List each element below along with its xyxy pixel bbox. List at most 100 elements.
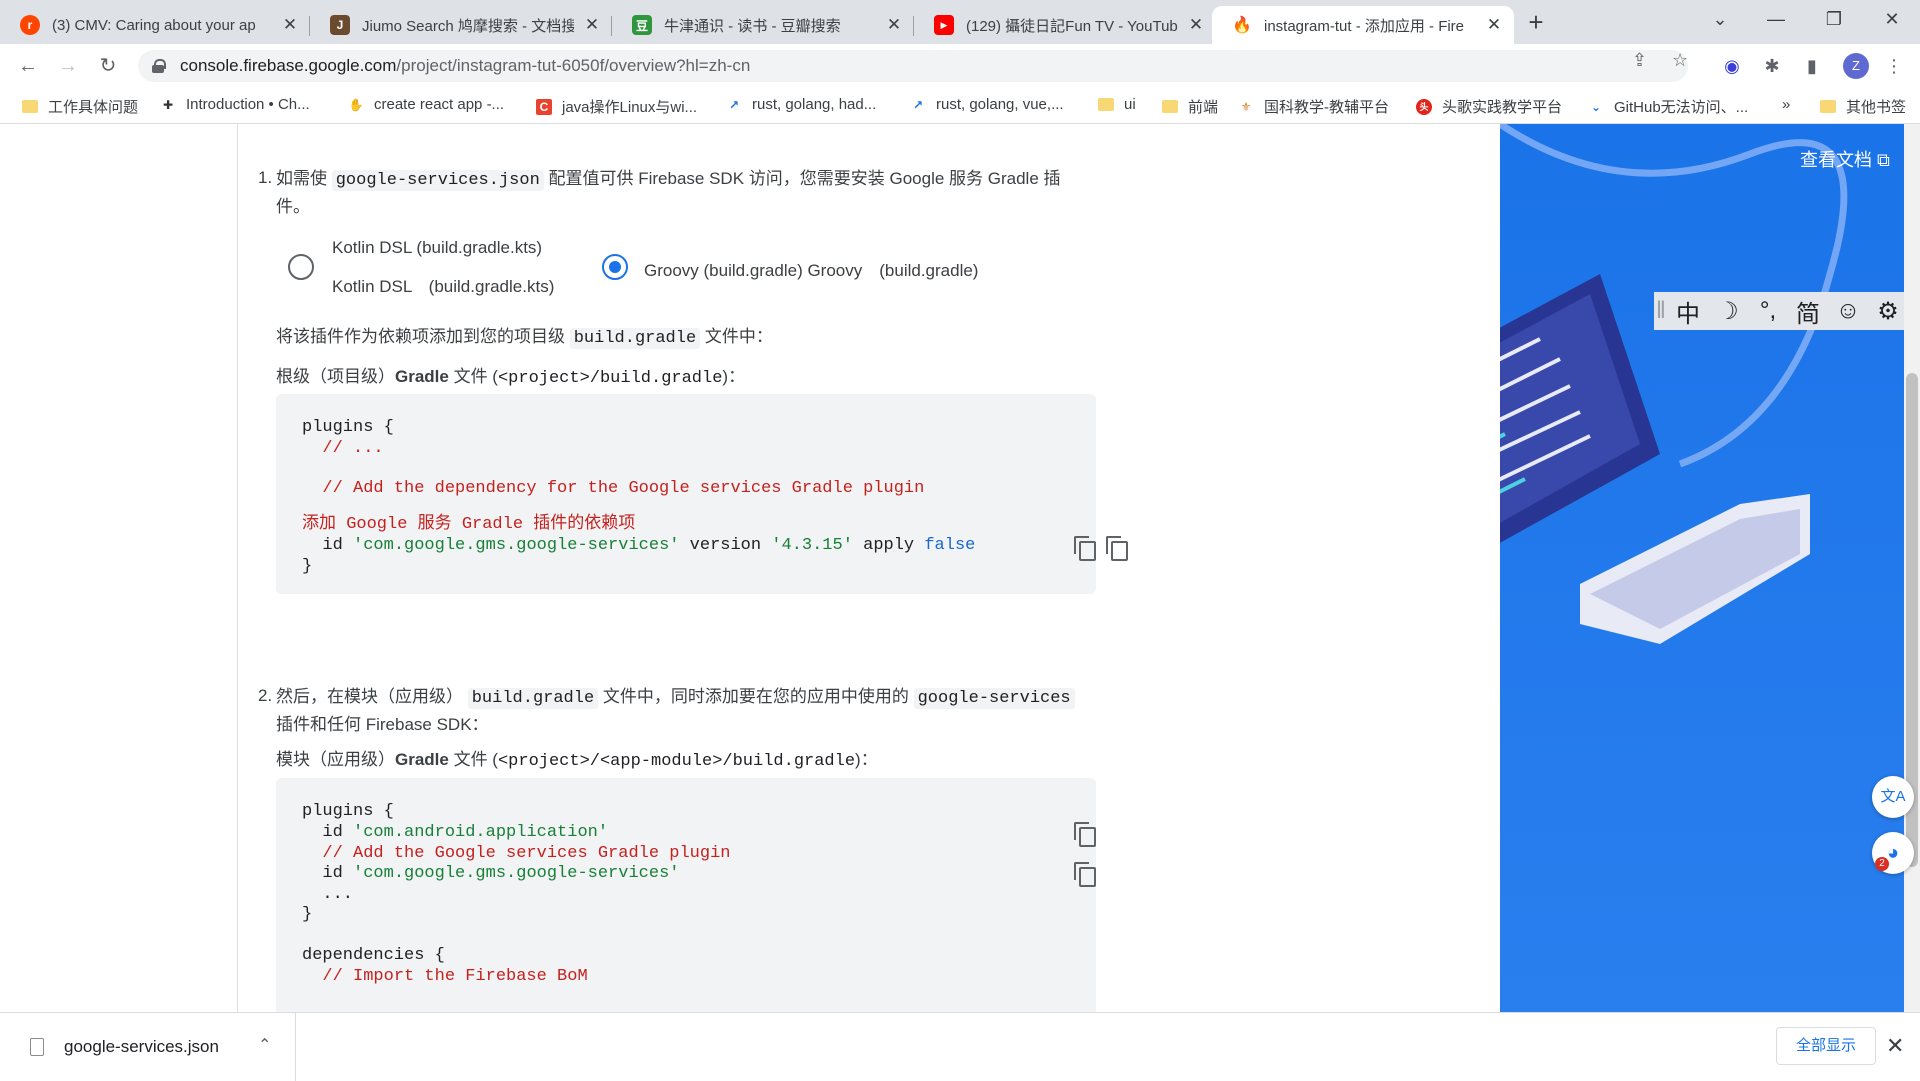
translate-button[interactable]: 文A — [1872, 776, 1914, 818]
text: 文件 ( — [448, 367, 498, 386]
star-icon[interactable]: ☆ — [1672, 50, 1688, 71]
back-button[interactable]: ← — [14, 52, 42, 80]
toutiao-icon: 头 — [1416, 98, 1432, 115]
bookmark-item[interactable]: ↗ rust, golang, had... — [726, 96, 876, 113]
radio-groovy[interactable]: Groovy (build.gradle) Groovy (build.grad… — [602, 254, 1022, 284]
tab-douban[interactable]: 豆 牛津通识 - 读书 - 豆瓣搜索 ✕ — [612, 6, 914, 44]
step-number: 2. — [258, 686, 273, 705]
close-icon[interactable]: ✕ — [1186, 15, 1206, 35]
tab-title: Jiumo Search 鸠摩搜索 - 文档搜 — [362, 17, 574, 35]
tab-firebase[interactable]: 🔥 instagram-tut - 添加应用 - Fire ✕ — [1212, 6, 1514, 44]
code-line: id 'com.google.gms.google-services' vers… — [302, 536, 975, 555]
bookmark-item[interactable]: ↗ rust, golang, vue,... — [910, 96, 1064, 113]
copy-icon[interactable] — [1106, 536, 1128, 561]
trend-icon: ↗ — [728, 97, 740, 112]
menu-icon[interactable]: ⋮ — [1880, 52, 1908, 80]
bookmarks-bar: 工作具体问题 ✚ Introduction • Ch... ✋ create rea… — [0, 88, 1920, 124]
address-bar[interactable]: console.firebase.google.com/project/inst… — [138, 50, 1688, 82]
tab-youtube[interactable]: ▶ (129) 攝徒日記Fun TV - YouTub ✕ — [914, 6, 1216, 44]
bookmark-item[interactable]: Cjava操作Linux与wi... — [536, 96, 697, 117]
code-line: plugins { — [302, 418, 394, 437]
tab-reddit[interactable]: r (3) CMV: Caring about your ap ✕ — [0, 6, 310, 44]
school-icon: ⚜ — [1240, 99, 1252, 114]
reload-button[interactable]: ↻ — [94, 52, 122, 80]
avatar[interactable]: Z — [1843, 53, 1869, 79]
download-item[interactable]: google-services.json ⌃ — [0, 1013, 296, 1081]
minimize-button[interactable]: — — [1752, 0, 1800, 38]
show-all-button[interactable]: 全部显示 — [1776, 1027, 1876, 1065]
bookmark-label: 国科教学-教辅平台 — [1264, 99, 1389, 116]
close-icon[interactable]: ✕ — [1484, 15, 1504, 35]
code-token: id — [302, 864, 354, 883]
code-line: } — [302, 557, 313, 576]
close-icon[interactable]: ✕ — [280, 15, 300, 35]
radio-button[interactable] — [602, 254, 628, 280]
moon-icon[interactable]: ☽ — [1708, 297, 1748, 326]
download-filename: google-services.json — [64, 1037, 219, 1056]
copy-icon[interactable] — [1074, 862, 1096, 887]
copy-icon[interactable] — [1074, 536, 1096, 561]
module-gradle-label: 模块（应用级）Gradle 文件 (<project>/<app-module>… — [276, 747, 1146, 775]
code-token: 'com.google.gms.google-services' — [353, 864, 680, 883]
lock-icon[interactable] — [152, 59, 166, 73]
close-window-button[interactable]: ✕ — [1868, 0, 1916, 38]
extension-face-icon[interactable]: ◉ — [1718, 52, 1746, 80]
side-panel-icon[interactable]: ▮ — [1798, 52, 1826, 80]
share-icon[interactable]: ⇪ — [1632, 50, 1647, 71]
chevron-up-icon[interactable]: ⌃ — [258, 1035, 271, 1055]
bookmark-item[interactable]: ✋ create react app -... — [348, 96, 505, 113]
copy-icon[interactable] — [1074, 822, 1096, 847]
drag-handle[interactable]: ‖ — [1654, 297, 1668, 325]
bookmark-item[interactable]: ✚ Introduction • Ch... — [160, 96, 310, 113]
bookmark-item[interactable]: ui — [1098, 96, 1136, 113]
code-line: // ... — [302, 439, 384, 458]
bookmark-label: java操作Linux与wi... — [562, 99, 698, 116]
bookmark-item[interactable]: 前端 — [1162, 96, 1218, 117]
text: 将该插件作为依赖项添加到您的项目级 — [276, 327, 570, 346]
code-block-module: plugins { id 'com.android.application' /… — [276, 778, 1096, 1012]
bookmark-item[interactable]: ⌄ GitHub无法访问、... — [1588, 96, 1748, 117]
forward-button[interactable]: → — [54, 52, 82, 80]
bookmark-item[interactable]: ⚜ 国科教学-教辅平台 — [1238, 96, 1389, 117]
external-link-icon: ⧉ — [1877, 150, 1890, 170]
plus-icon: ✚ — [162, 97, 174, 112]
inline-code: google-services — [913, 688, 1075, 709]
bookmark-item[interactable]: 头头歌实践教学平台 — [1416, 96, 1562, 117]
tab-jiumo[interactable]: J Jiumo Search 鸠摩搜索 - 文档搜 ✕ — [310, 6, 612, 44]
download-shelf: google-services.json ⌃ 全部显示 ✕ — [0, 1012, 1920, 1081]
new-tab-button[interactable]: + — [1522, 9, 1550, 37]
file-icon — [30, 1038, 44, 1056]
tab-strip: r (3) CMV: Caring about your ap ✕ J Jium… — [0, 0, 1920, 44]
close-icon[interactable]: ✕ — [582, 15, 602, 35]
maximize-button[interactable]: ❐ — [1810, 0, 1858, 38]
radio-kotlin[interactable]: Kotlin DSL (build.gradle.kts) Kotlin DSL… — [288, 234, 554, 304]
punctuation-icon[interactable]: °, — [1748, 297, 1788, 325]
bookmark-label: Introduction • Ch... — [186, 96, 310, 113]
view-docs-link[interactable]: 查看文档 ⧉ — [1800, 146, 1890, 172]
bookmark-label: create react app -... — [374, 96, 505, 113]
step1-text-b: 配置值可供 Firebase SDK 访问，您需要安装 Google 服务 Gr… — [543, 169, 1061, 188]
radio-button[interactable] — [288, 254, 314, 280]
ime-chinese-toggle[interactable]: 中 — [1668, 294, 1708, 329]
folder-icon — [1162, 100, 1178, 113]
more-bookmarks-button[interactable]: » — [1782, 96, 1790, 113]
code-token: apply — [852, 536, 925, 555]
simplified-toggle[interactable]: 简 — [1788, 294, 1828, 329]
code-token: false — [924, 536, 976, 555]
folder-icon — [1098, 98, 1114, 111]
close-icon[interactable]: ✕ — [884, 15, 904, 35]
bookmark-item[interactable]: 工作具体问题 — [22, 96, 138, 117]
root-gradle-label: 根级（项目级）Gradle 文件 (<project>/build.gradle… — [276, 364, 1146, 392]
tab-search-button[interactable]: ⌄ — [1696, 0, 1744, 38]
tab-title: (3) CMV: Caring about your ap — [52, 16, 256, 34]
code-line: // Add the dependency for the Google ser… — [302, 479, 925, 498]
other-bookmarks[interactable]: 其他书签 — [1820, 96, 1906, 117]
text: 文件中，同时添加要在您的应用中使用的 — [598, 687, 914, 706]
emoji-icon[interactable]: ☺ — [1828, 297, 1868, 325]
url-path: /project/instagram-tut-6050f/overview?hl… — [396, 56, 751, 75]
step1-text-c: 件。 — [276, 197, 310, 216]
close-shelf-button[interactable]: ✕ — [1886, 1033, 1904, 1059]
settings-icon[interactable]: ⚙ — [1868, 297, 1908, 326]
code-token: 'com.google.gms.google-services' — [353, 536, 680, 555]
puzzle-icon[interactable]: ✱ — [1758, 52, 1786, 80]
